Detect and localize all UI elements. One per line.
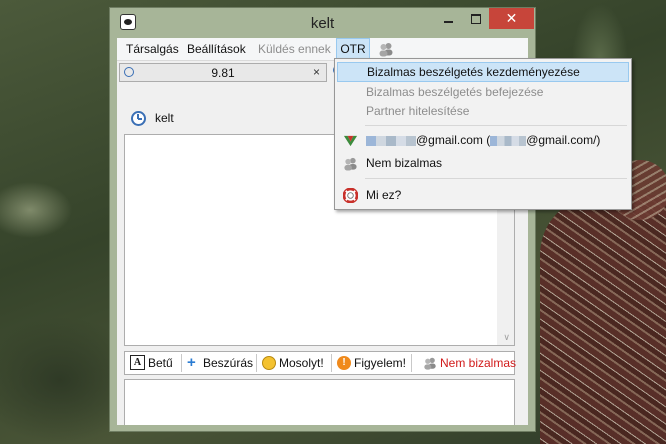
contact-status-clock-icon — [131, 111, 146, 126]
menu-beallitasok[interactable]: Beállítások — [185, 38, 248, 60]
otr-help-item[interactable]: Mi ez? — [337, 185, 629, 205]
otr-start-private-item[interactable]: Bizalmas beszélgetés kezdeményezése — [337, 62, 629, 82]
close-icon: ✕ — [505, 10, 518, 26]
otr-dropdown-menu: Bizalmas beszélgetés kezdeményezése Biza… — [334, 58, 632, 210]
otr-end-private-label: Bizalmas beszélgetés befejezése — [366, 85, 544, 99]
menu-otr[interactable]: OTR — [336, 38, 370, 60]
title-bar[interactable]: kelt ✕ — [110, 8, 535, 38]
redacted-username — [490, 135, 527, 146]
tab-label: 9.81 — [211, 66, 235, 80]
otr-status-person-icon[interactable] — [378, 41, 394, 57]
menu-separator — [365, 125, 627, 126]
otr-start-private-label: Bizalmas beszélgetés kezdeményezése — [367, 65, 580, 79]
redacted-username — [366, 135, 416, 146]
otr-status-button[interactable]: Nem bizalmas — [423, 352, 516, 374]
scroll-down-icon[interactable]: ∨ — [503, 332, 510, 343]
insert-button[interactable]: + Beszúrás — [187, 352, 253, 374]
attention-warning-icon: ! — [337, 355, 351, 370]
menu-tarsalgas[interactable]: Társalgás — [124, 38, 181, 60]
font-button[interactable]: A Betű — [130, 352, 173, 374]
not-private-person-icon — [344, 157, 357, 171]
gtalk-account-icon — [343, 135, 358, 147]
message-input[interactable] — [124, 379, 515, 425]
minimize-icon — [444, 20, 453, 23]
account-domain-text-2: @gmail.com/) — [526, 133, 601, 147]
otr-authenticate-label: Partner hitelesítése — [366, 104, 470, 118]
contact-name: kelt — [155, 111, 174, 125]
font-button-label: Betű — [148, 356, 173, 370]
toolbar-divider — [411, 354, 412, 372]
otr-account-item[interactable]: @gmail.com ( @gmail.com/) — [337, 130, 629, 150]
lifebuoy-help-icon — [343, 188, 358, 203]
plus-icon: + — [187, 354, 196, 372]
not-private-person-icon — [424, 357, 436, 370]
maximize-icon — [470, 13, 481, 24]
tab-close-icon[interactable]: × — [313, 65, 320, 79]
account-domain-text: @gmail.com ( — [416, 133, 491, 147]
smiley-icon — [262, 355, 276, 370]
menu-separator — [365, 178, 627, 179]
smiley-button[interactable]: Mosolyt! — [262, 352, 324, 374]
minimize-button[interactable] — [435, 8, 462, 29]
maximize-button[interactable] — [462, 8, 489, 29]
otr-end-private-item[interactable]: Bizalmas beszélgetés befejezése — [337, 82, 629, 102]
otr-account-text: @gmail.com ( @gmail.com/) — [366, 130, 600, 150]
smiley-button-label: Mosolyt! — [279, 356, 324, 370]
otr-status-text: Nem bizalmas — [366, 156, 443, 170]
toolbar-divider — [256, 354, 257, 372]
otr-status-label: Nem bizalmas — [440, 356, 517, 370]
attention-button[interactable]: ! Figyelem! — [337, 352, 406, 374]
toolbar-divider — [181, 354, 182, 372]
satellite-city — [540, 195, 666, 444]
tab-conversation[interactable]: 9.81 × — [119, 63, 327, 82]
format-toolbar: A Betű + Beszúrás Mosolyt! ! Figyelem! N… — [124, 351, 516, 375]
font-bold-icon: A — [130, 355, 145, 371]
insert-button-label: Beszúrás — [203, 356, 254, 370]
menu-kuldes-ennek[interactable]: Küldés ennek — [256, 38, 333, 60]
otr-status-item[interactable]: Nem bizalmas — [337, 153, 629, 173]
otr-authenticate-item[interactable]: Partner hitelesítése — [337, 101, 629, 121]
toolbar-divider — [331, 354, 332, 372]
attention-button-label: Figyelem! — [354, 356, 407, 370]
close-button[interactable]: ✕ — [489, 8, 534, 29]
otr-help-label: Mi ez? — [366, 188, 402, 202]
